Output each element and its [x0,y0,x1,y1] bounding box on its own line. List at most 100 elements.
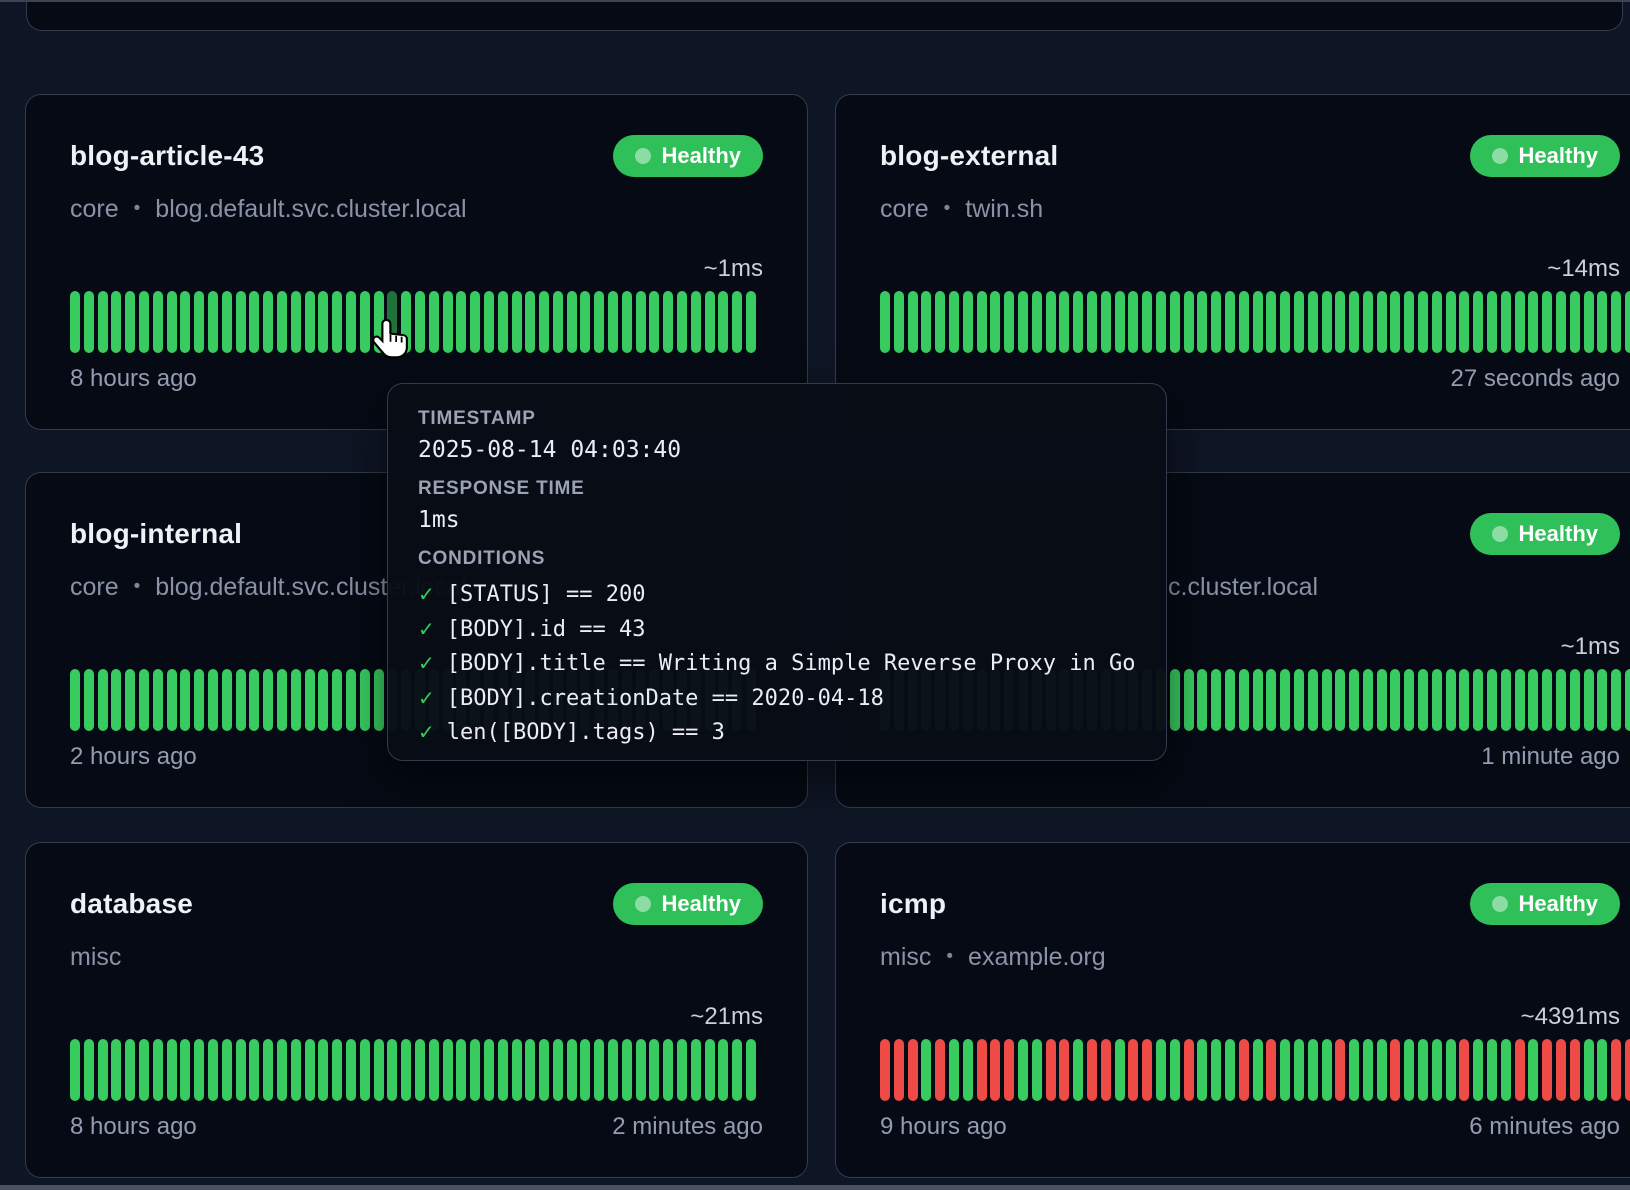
status-bar[interactable] [1432,669,1442,731]
status-bar[interactable] [1459,1039,1469,1101]
status-bar[interactable] [470,1039,480,1101]
status-bar[interactable] [318,1039,328,1101]
status-bar[interactable] [1487,291,1497,353]
status-bar[interactable] [1597,1039,1607,1101]
status-bar[interactable] [663,291,673,353]
status-bar[interactable] [456,1039,466,1101]
status-bar[interactable] [1156,291,1166,353]
status-bar[interactable] [718,1039,728,1101]
status-bar[interactable] [1625,669,1630,731]
status-bar[interactable] [1556,669,1566,731]
status-bar[interactable] [167,1039,177,1101]
status-bar[interactable] [1570,669,1580,731]
service-card-blog-article-43[interactable]: blog-article-43 Healthy core • blog.defa… [25,94,808,430]
status-bar[interactable] [649,291,659,353]
status-bar[interactable] [125,1039,135,1101]
status-bar[interactable] [429,1039,439,1101]
status-bar[interactable] [1418,291,1428,353]
status-bar[interactable] [484,1039,494,1101]
status-bar[interactable] [1142,1039,1152,1101]
status-bar[interactable] [139,1039,149,1101]
status-bar[interactable] [1308,669,1318,731]
status-bar[interactable] [1322,291,1332,353]
status-bar[interactable] [1390,291,1400,353]
status-bar[interactable] [332,669,342,731]
status-bar[interactable] [935,1039,945,1101]
status-bar[interactable] [1459,291,1469,353]
status-bar[interactable] [1170,669,1180,731]
status-bar[interactable] [153,1039,163,1101]
status-bar[interactable] [277,1039,287,1101]
status-bar[interactable] [677,291,687,353]
status-bar[interactable] [567,291,577,353]
status-bar[interactable] [208,291,218,353]
status-bar[interactable] [1266,291,1276,353]
status-bar[interactable] [746,291,756,353]
status-bar[interactable] [567,1039,577,1101]
status-bar[interactable] [1059,291,1069,353]
status-bar[interactable] [456,291,466,353]
status-bar[interactable] [236,669,246,731]
status-bar[interactable] [498,291,508,353]
status-bar[interactable] [415,1039,425,1101]
status-bar[interactable] [1404,291,1414,353]
status-bar[interactable] [649,1039,659,1101]
status-bar[interactable] [525,291,535,353]
service-card-icmp[interactable]: icmp Healthy misc • example.org ~4391ms … [835,842,1630,1178]
status-bar[interactable] [332,291,342,353]
status-bar[interactable] [1542,669,1552,731]
status-bar[interactable] [249,1039,259,1101]
status-bar[interactable] [291,669,301,731]
status-bar[interactable] [1528,669,1538,731]
status-bar[interactable] [594,1039,604,1101]
status-bar[interactable] [139,669,149,731]
status-bar[interactable] [1542,291,1552,353]
status-bar[interactable] [1625,1039,1630,1101]
status-bar[interactable] [374,1039,384,1101]
status-bar[interactable] [691,291,701,353]
status-bar[interactable] [677,1039,687,1101]
status-bar[interactable] [305,1039,315,1101]
status-bar[interactable] [305,291,315,353]
status-bar[interactable] [222,1039,232,1101]
status-bar[interactable] [1032,1039,1042,1101]
status-bar[interactable] [622,291,632,353]
status-bar[interactable] [360,669,370,731]
status-bar[interactable] [1597,669,1607,731]
status-bar[interactable] [1211,291,1221,353]
status-bar[interactable] [1501,1039,1511,1101]
status-bar[interactable] [180,669,190,731]
status-bar[interactable] [1349,669,1359,731]
status-bar[interactable] [1239,1039,1249,1101]
status-bar[interactable] [1280,1039,1290,1101]
status-bar[interactable] [1487,669,1497,731]
status-bar[interactable] [374,669,384,731]
status-bar[interactable] [1473,669,1483,731]
status-bar[interactable] [1308,1039,1318,1101]
status-bar[interactable] [1294,1039,1304,1101]
status-bar[interactable] [949,1039,959,1101]
status-bar[interactable] [208,669,218,731]
status-bar[interactable] [484,291,494,353]
status-bar[interactable] [1184,1039,1194,1101]
status-bar[interactable] [1004,1039,1014,1101]
status-bar[interactable] [1184,291,1194,353]
status-bar[interactable] [1363,291,1373,353]
status-bar[interactable] [1363,669,1373,731]
status-bar[interactable] [921,291,931,353]
status-bar[interactable] [125,669,135,731]
status-bar[interactable] [1170,291,1180,353]
status-bar[interactable] [1432,1039,1442,1101]
status-bar[interactable] [732,1039,742,1101]
status-bar[interactable] [1087,1039,1097,1101]
status-bar[interactable] [1142,291,1152,353]
status-bar[interactable] [1046,1039,1056,1101]
status-bar[interactable] [1515,669,1525,731]
status-bar[interactable] [318,669,328,731]
status-bar[interactable] [1584,291,1594,353]
status-bar[interactable] [1473,1039,1483,1101]
status-bar[interactable] [1611,669,1621,731]
status-bar[interactable] [1211,669,1221,731]
status-bar[interactable] [1542,1039,1552,1101]
status-bar[interactable] [360,1039,370,1101]
